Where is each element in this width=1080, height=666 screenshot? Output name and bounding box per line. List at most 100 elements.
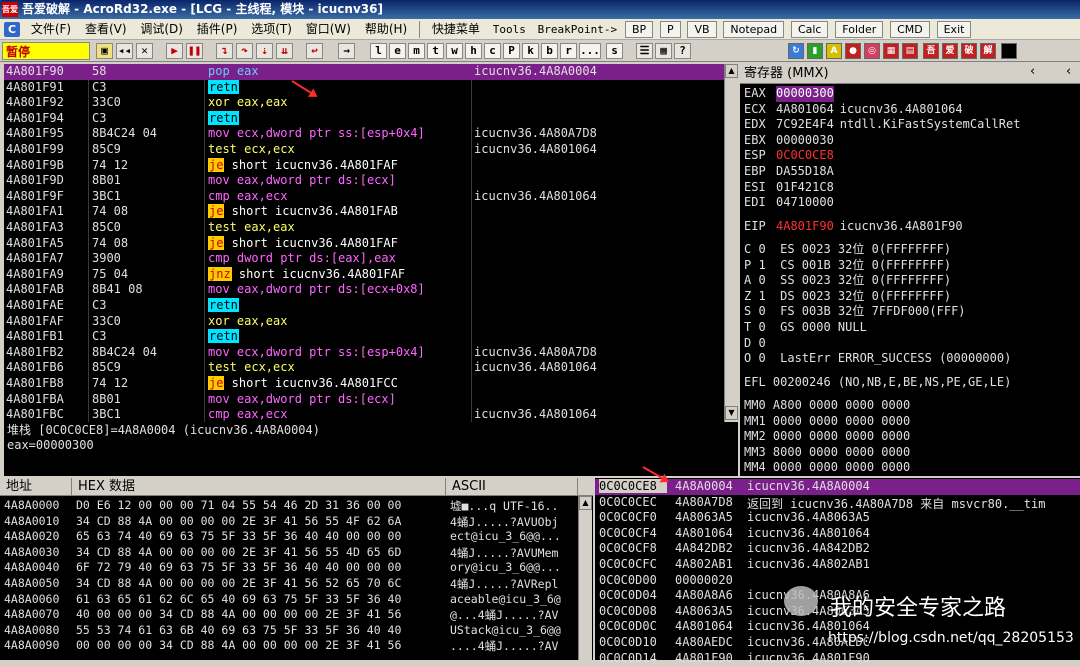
open-icon[interactable]: ▣ (96, 43, 113, 59)
hex-row[interactable]: 4A8A0060 61 63 65 61 62 6C 65 40 69 63 75… (0, 592, 593, 608)
disasm-row[interactable]: 4A801FA3 85C0 test eax,eax (4, 220, 724, 236)
menu-shortcuts[interactable]: 快捷菜单 (427, 19, 485, 39)
register-edi[interactable]: EDI 04710000 (744, 195, 1078, 211)
disasm-row[interactable]: 4A801FAE C3 retn (4, 298, 724, 314)
notepad-button[interactable]: Notepad (723, 21, 785, 38)
disasm-row[interactable]: 4A801F9D 8B01 mov eax,dword ptr ds:[ecx] (4, 173, 724, 189)
register-edx[interactable]: EDX 7C92E4F4 ntdll.KiFastSystemCallRet (744, 117, 1078, 133)
mmx-row[interactable]: MM1 0000 0000 0000 0000 (744, 414, 1078, 430)
help-icon[interactable]: ? (674, 43, 691, 59)
call-stack-button[interactable]: k (522, 43, 539, 59)
mmx-row[interactable]: MM2 0000 0000 0000 0000 (744, 429, 1078, 445)
disasm-row[interactable]: 4A801FBC 3BC1 cmp eax,ecx icucnv36.4A801064 (4, 407, 724, 422)
menu-options[interactable]: 选项(T) (246, 19, 297, 39)
threads-button[interactable]: t (427, 43, 444, 59)
goto-icon[interactable]: → (338, 43, 355, 59)
patches-button[interactable]: P (503, 43, 520, 59)
efl-row[interactable]: EFL 00200246 (NO,NB,E,BE,NS,PE,GE,LE) (744, 375, 1078, 391)
execute-till-return-icon[interactable]: ↩ (306, 43, 323, 59)
trace-over-icon[interactable]: ⇊ (276, 43, 293, 59)
stack-row[interactable]: 0C0C0CF8 4A842DB2 icucnv36.4A842DB2 (595, 541, 1080, 557)
brand-button-3[interactable]: 破 (961, 43, 977, 59)
flag-row[interactable]: P 1 CS 001B 32位 0(FFFFFFFF) (744, 258, 1078, 274)
trace-into-icon[interactable]: ⇣ (256, 43, 273, 59)
stack-row[interactable]: 0C0C0D00 00000020 (595, 573, 1080, 589)
disasm-row[interactable]: 4A801FB2 8B4C24 04 mov ecx,dword ptr ss:[e… (4, 345, 724, 361)
mmx-row[interactable]: MM3 8000 0000 0000 0000 (744, 445, 1078, 461)
mmx-row[interactable]: MM0 A800 0000 0000 0000 (744, 398, 1078, 414)
stack-row[interactable]: 0C0C0D04 4A80A8A6 icucnv36.4A80A8A6 (595, 588, 1080, 604)
column-ascii[interactable]: ASCII (446, 478, 578, 496)
breakpoints-button[interactable]: b (541, 43, 558, 59)
disasm-row[interactable]: 4A801F90 58 pop eax icucnv36.4A8A0004 (4, 64, 724, 80)
vb-button[interactable]: VB (687, 21, 717, 38)
disasm-row[interactable]: 4A801FAF 33C0 xor eax,eax (4, 314, 724, 330)
calc-button[interactable]: Calc (790, 21, 829, 38)
menu-help[interactable]: 帮助(H) (360, 19, 412, 39)
brand-button-4[interactable]: 解 (980, 43, 996, 59)
disasm-row[interactable]: 4A801FB1 C3 retn (4, 329, 724, 345)
cpu-icon[interactable]: C (4, 22, 20, 37)
register-eip[interactable]: EIP 4A801F90 icucnv36.4A801F90 (744, 219, 1078, 235)
source-button[interactable]: s (606, 43, 623, 59)
pause-icon[interactable]: ❚❚ (186, 43, 203, 59)
plugin-red-icon[interactable]: ● (845, 43, 861, 59)
column-hex[interactable]: HEX 数据 (72, 478, 446, 496)
info-pane[interactable]: 堆栈 [0C0C0CE8]=4A8A0004 (icucnv36.4A8A000… (4, 422, 738, 476)
close-icon[interactable]: ✕ (136, 43, 153, 59)
menu-window[interactable]: 窗口(W) (301, 19, 356, 39)
grid-icon[interactable]: ▦ (655, 43, 672, 59)
folder-button[interactable]: Folder (835, 21, 884, 38)
disasm-row[interactable]: 4A801FA7 3900 cmp dword ptr ds:[eax],eax (4, 251, 724, 267)
menu-tools[interactable]: Tools (489, 19, 530, 39)
register-value[interactable]: DA55D18A (776, 164, 834, 180)
stack-row[interactable]: 0C0C0CF4 4A801064 icucnv36.4A801064 (595, 526, 1080, 542)
disassembly-scrollbar[interactable]: ▲ ▼ (724, 64, 738, 422)
plugin-flag-icon[interactable]: ▤ (902, 43, 918, 59)
memory-map-button[interactable]: m (408, 43, 425, 59)
register-value[interactable]: 0C0C0CE8 (776, 148, 834, 164)
flag-row[interactable]: A 0 SS 0023 32位 0(FFFFFFFF) (744, 273, 1078, 289)
flag-row[interactable]: T 0 GS 0000 NULL (744, 320, 1078, 336)
disasm-row[interactable]: 4A801FA9 75 04 jnz short icucnv36.4A801FAF (4, 266, 724, 283)
stack-row[interactable]: 0C0C0CFC 4A802AB1 icucnv36.4A802AB1 (595, 557, 1080, 573)
step-into-icon[interactable]: ↴ (216, 43, 233, 59)
disasm-row[interactable]: 4A801FAB 8B41 08 mov eax,dword ptr ds:[ecx… (4, 282, 724, 298)
stack-row[interactable]: 0C0C0D0C 4A801064 icucnv36.4A801064 (595, 619, 1080, 635)
stack-row[interactable]: 0C0C0D08 4A8063A5 icucnv36.4A8063A5 (595, 604, 1080, 620)
disasm-row[interactable]: 4A801F9B 74 12 je short icucnv36.4A801FAF (4, 157, 724, 174)
hex-row[interactable]: 4A8A0040 6F 72 79 40 69 63 75 5F 33 5F 36… (0, 560, 593, 576)
mmx-row[interactable]: MM4 0000 0000 0000 0000 (744, 460, 1078, 476)
hex-row[interactable]: 4A8A0020 65 63 74 40 69 63 75 5F 33 5F 36… (0, 529, 593, 545)
registers-pane[interactable]: 寄存器 (MMX) ‹ ‹ EAX 00000300 ECX 4A801064 icuc… (740, 64, 1080, 476)
register-ecx[interactable]: ECX 4A801064 icucnv36.4A801064 (744, 102, 1078, 118)
register-ebp[interactable]: EBP DA55D18A (744, 164, 1078, 180)
disasm-row[interactable]: 4A801F9F 3BC1 cmp eax,ecx icucnv36.4A801064 (4, 189, 724, 205)
hex-row[interactable]: 4A8A0010 34 CD 88 4A 00 00 00 00 2E 3F 41… (0, 514, 593, 530)
exit-button[interactable]: Exit (936, 21, 972, 38)
step-over-icon[interactable]: ↷ (236, 43, 253, 59)
register-esp[interactable]: ESP 0C0C0CE8 (744, 148, 1078, 164)
disasm-row[interactable]: 4A801F95 8B4C24 04 mov ecx,dword ptr ss:[e… (4, 126, 724, 142)
windows-button[interactable]: w (446, 43, 463, 59)
disasm-row[interactable]: 4A801F99 85C9 test ecx,ecx icucnv36.4A80106… (4, 142, 724, 158)
disasm-row[interactable]: 4A801FA1 74 08 je short icucnv36.4A801FAB (4, 204, 724, 220)
register-esi[interactable]: ESI 01F421C8 (744, 180, 1078, 196)
disasm-row[interactable]: 4A801FBA 8B01 mov eax,dword ptr ds:[ecx] (4, 392, 724, 408)
disasm-row[interactable]: 4A801FB6 85C9 test ecx,ecx icucnv36.4A80106… (4, 360, 724, 376)
hex-row[interactable]: 4A8A0070 40 00 00 00 34 CD 88 4A 00 00 00… (0, 607, 593, 623)
p-button[interactable]: P (659, 21, 681, 38)
hex-row[interactable]: 4A8A0050 34 CD 88 4A 00 00 00 00 2E 3F 41… (0, 576, 593, 592)
column-address[interactable]: 地址 (0, 478, 72, 496)
register-value[interactable]: 01F421C8 (776, 180, 834, 196)
references-button[interactable]: r (560, 43, 577, 59)
register-value[interactable]: 4A801064 (776, 102, 834, 118)
plugin-target-icon[interactable]: ◎ (864, 43, 880, 59)
plugin-grid-icon[interactable]: ▦ (883, 43, 899, 59)
menu-plugins[interactable]: 插件(P) (192, 19, 243, 39)
register-value[interactable]: 7C92E4F4 (776, 117, 834, 133)
scroll-up-icon[interactable]: ▲ (579, 496, 592, 510)
flag-row[interactable]: Z 1 DS 0023 32位 0(FFFFFFFF) (744, 289, 1078, 305)
brand-button-2[interactable]: 爱 (942, 43, 958, 59)
list-icon[interactable]: ☰ (636, 43, 653, 59)
